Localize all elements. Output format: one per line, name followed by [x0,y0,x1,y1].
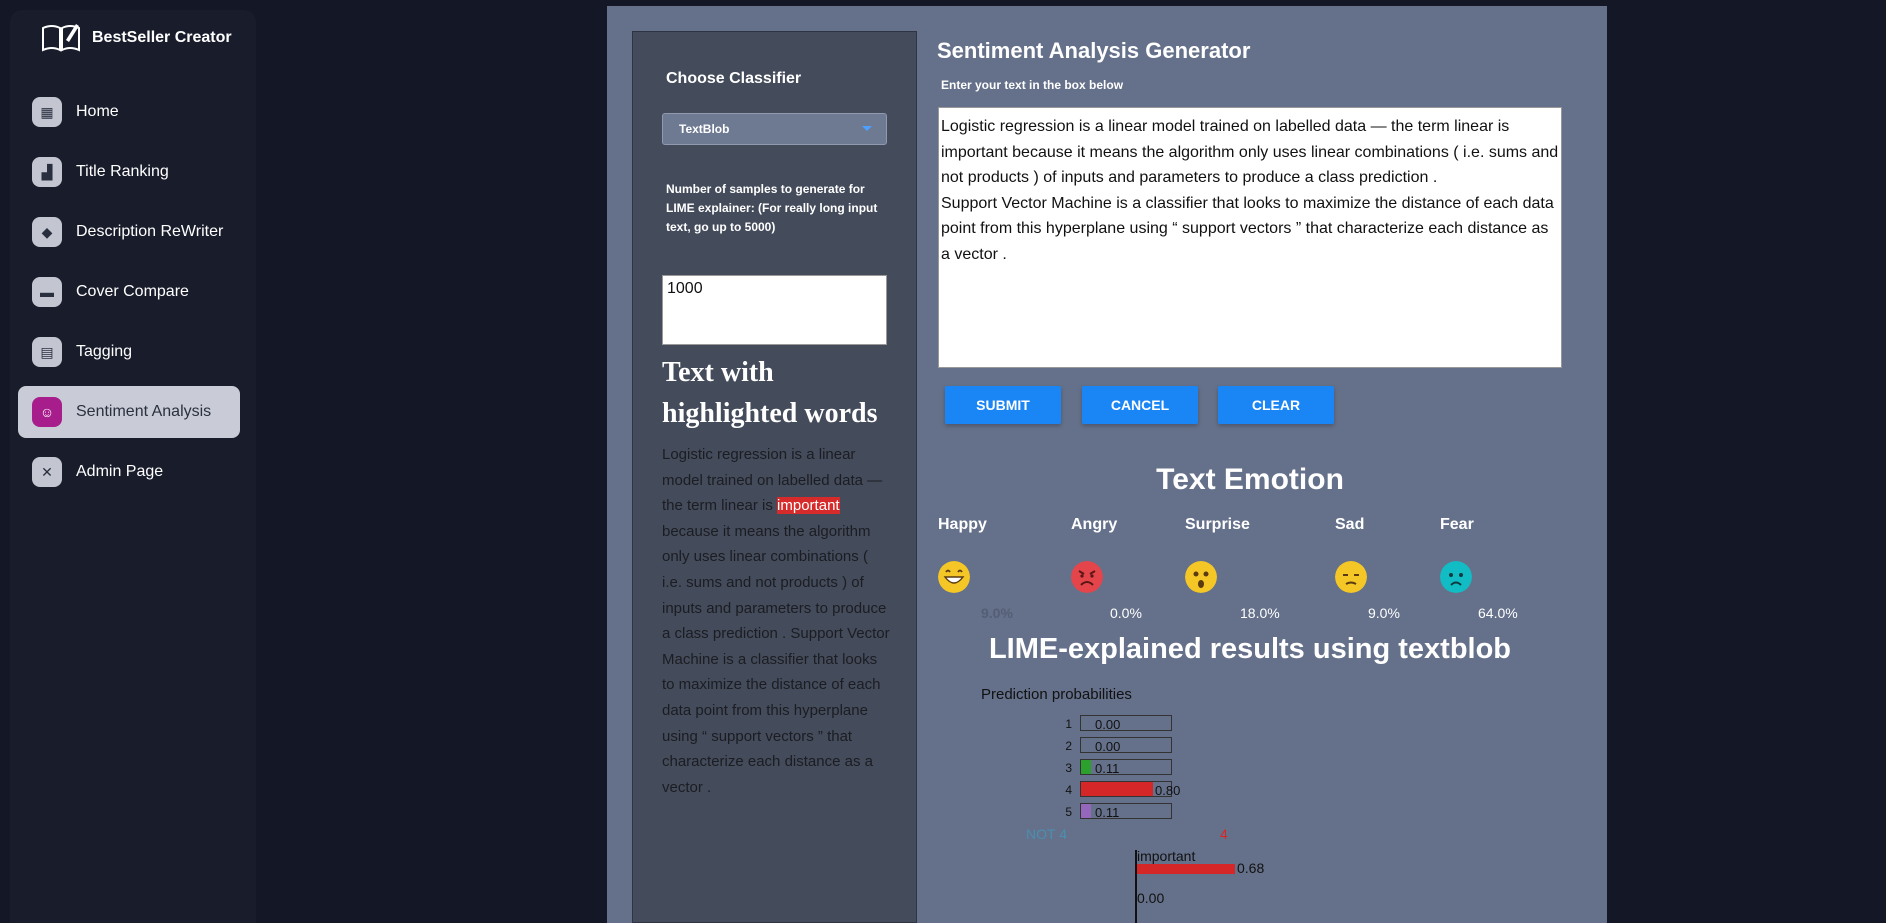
probability-class-label: 3 [1065,761,1072,775]
probability-class-label: 4 [1065,783,1072,797]
page-subtitle: Enter your text in the box below [941,78,1124,92]
fear-emoji-icon [1440,561,1472,593]
highlighted-title: Text with highlighted words [662,357,878,429]
submit-button[interactable]: SUBMIT [945,386,1061,424]
lime-feature-word: important [1137,848,1196,864]
lime-positive-label: 4 [1220,826,1228,842]
page-title: Sentiment Analysis Generator [937,38,1251,63]
probability-bar-frame: 0.11 [1080,803,1172,820]
sidebar-item-home[interactable]: ▦ Home [18,86,240,138]
probability-class-label: 1 [1065,717,1072,731]
sidebar-item-cover-compare[interactable]: ▬ Cover Compare [18,266,240,318]
probability-bar [1081,760,1091,774]
book-icon [42,24,80,52]
emotion-title: Text Emotion [1156,463,1344,496]
sidebar-nav: ▦ Home ▟ Title Ranking ◆ Description ReW… [18,86,240,506]
emotion-label-surprise: Surprise [1185,516,1250,533]
document-icon: ▤ [32,337,62,367]
probability-bar [1081,782,1153,796]
sidebar-item-tagging[interactable]: ▤ Tagging [18,326,240,378]
clear-button[interactable]: CLEAR [1218,386,1334,424]
lime-title: LIME-explained results using textblob [988,633,1512,665]
highlighted-text: Logistic regression is a linear model tr… [662,442,892,800]
emotion-label-angry: Angry [1071,516,1118,533]
highlighted-word: important [777,497,840,515]
brand-name: BestSeller Creator [92,29,232,46]
prediction-probabilities-title: Prediction probabilities [981,686,1132,703]
emotion-value-fear: 64.0% [1478,605,1518,621]
surprise-emoji-icon [1185,561,1217,593]
lime-negative-label: NOT 4 [1026,826,1067,842]
probability-value: 0.11 [1095,761,1120,776]
grin-emoji-icon [938,561,970,593]
brand[interactable]: BestSeller Creator [40,22,232,54]
emotion-value-angry: 0.0% [1110,605,1142,621]
probability-value: 0.00 [1095,717,1121,732]
store-icon: ▦ [32,97,62,127]
probability-value: 0.00 [1095,739,1121,754]
lime-feature-value: 0.68 [1237,860,1265,876]
emotion-label-happy: Happy [938,516,987,533]
sidebar-item-label: Home [76,103,119,120]
emotion-label-sad: Sad [1335,516,1365,533]
sidebar-item-label: Tagging [76,343,133,360]
sidebar-item-label: Admin Page [76,463,164,480]
highlighted-text-before: Logistic regression is a linear model tr… [662,446,883,515]
probability-bar-frame: 0.80 [1080,781,1180,798]
text-input-line: Support Vector Machine is a classifier t… [941,194,1554,263]
probability-value: 0.80 [1155,783,1181,798]
chevron-down-icon [862,126,872,131]
emotion-value-sad: 9.0% [1368,605,1400,621]
samples-input[interactable]: 1000 [662,275,887,345]
highlighted-text-after: because it means the algorithm only uses… [662,522,890,796]
lime-next-value: 0.00 [1137,890,1165,906]
sidebar-item-description-rewriter[interactable]: ◆ Description ReWriter [18,206,240,258]
sad-emoji-icon [1335,561,1367,593]
probability-bar-frame: 0.00 [1080,737,1172,754]
probability-class-label: 5 [1065,805,1072,819]
sidebar-item-admin-page[interactable]: ✕ Admin Page [18,446,240,498]
bar-chart-icon: ▟ [32,157,62,187]
emotion-label-fear: Fear [1440,516,1474,533]
cancel-button[interactable]: CANCEL [1082,386,1198,424]
text-input[interactable]: Logistic regression is a linear model tr… [938,107,1562,368]
cube-icon: ◆ [32,217,62,247]
card-icon: ▬ [32,277,62,307]
angry-emoji-icon [1071,561,1103,593]
lime-feature-bar [1137,864,1235,874]
emotion-value-surprise: 18.0% [1240,605,1280,621]
sidebar-item-label: Title Ranking [76,163,169,180]
probability-bar [1081,804,1091,818]
sidebar-item-label: Sentiment Analysis [76,403,212,420]
probability-bar-frame: 0.00 [1080,715,1172,732]
classifier-selected-value: TextBlob [679,122,730,136]
sidebar-item-sentiment-analysis[interactable]: ☺ Sentiment Analysis [18,386,240,438]
samples-note: Number of samples to generate for LIME e… [666,182,878,234]
user-sentiment-icon: ☺ [32,397,62,427]
sidebar-item-title-ranking[interactable]: ▟ Title Ranking [18,146,240,198]
text-input-line: Logistic regression is a linear model tr… [941,118,1559,187]
probability-class-label: 2 [1065,739,1072,753]
probability-bar-frame: 0.11 [1080,759,1172,776]
tools-icon: ✕ [32,457,62,487]
emotion-value-happy: 9.0% [981,605,1013,621]
choose-classifier-label: Choose Classifier [666,70,802,87]
sidebar-item-label: Cover Compare [76,283,189,300]
sidebar-item-label: Description ReWriter [76,223,224,240]
classifier-select[interactable]: TextBlob [662,113,887,145]
probability-value: 0.11 [1095,805,1120,820]
